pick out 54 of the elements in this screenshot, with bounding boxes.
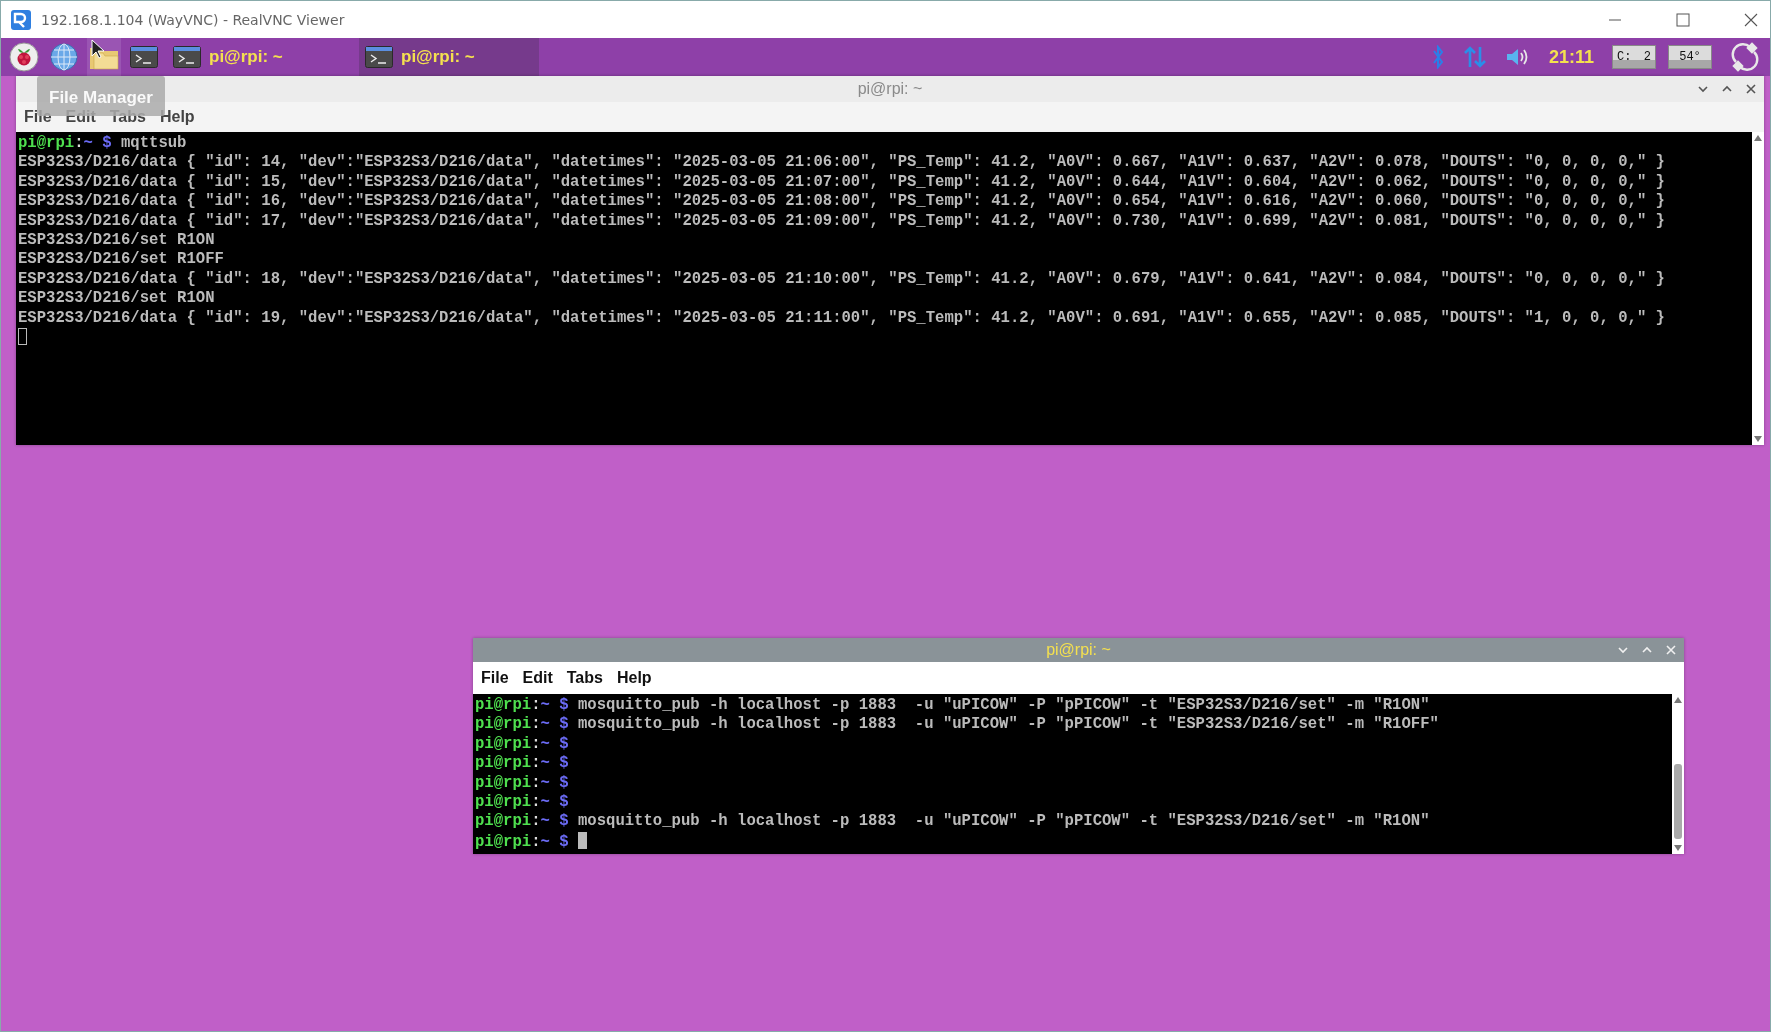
- cpu-value: 2: [1643, 50, 1651, 64]
- menu-item[interactable]: Edit: [65, 108, 96, 126]
- scroll-down-icon[interactable]: [1674, 845, 1682, 851]
- sync-icon[interactable]: [1730, 42, 1760, 72]
- terminal-line: ESP32S3/D216/set R1ON: [18, 230, 215, 251]
- scroll-down-icon[interactable]: [1754, 436, 1762, 442]
- terminal-icon: [173, 46, 201, 68]
- menu-item[interactable]: Tabs: [109, 108, 146, 126]
- minimize-icon[interactable]: [1698, 85, 1708, 93]
- terminal-line: ESP32S3/D216/data { "id": 19, "dev":"ESP32S3/D216/data", "datetimes": "2025-03-05 21:11:00", "PS_Temp": 41.2, "A0V": 0.691, "A1V": 0.655, "A2V": 0.085, "DOUTS": "1, 0, 0, 0," }: [18, 308, 1665, 328]
- terminal-line: ESP32S3/D216/data { "id": 16, "dev":"ESP32S3/D216/data", "datetimes": "2025-03-05 21:08:00", "PS_Temp": 41.2, "A0V": 0.654, "A1V": 0.616, "A2V": 0.060, "DOUTS": "0, 0, 0, 0," }: [18, 192, 1665, 212]
- temperature-monitor[interactable]: 54°: [1668, 45, 1712, 69]
- close-icon[interactable]: [1744, 12, 1758, 27]
- scrollbar[interactable]: [1672, 694, 1684, 854]
- scroll-up-icon[interactable]: [1674, 697, 1682, 703]
- raspberry-icon: [9, 42, 39, 72]
- menu-item[interactable]: Edit: [522, 669, 553, 687]
- terminal-line: ESP32S3/D216/data { "id": 15, "dev":"ESP32S3/D216/data", "datetimes": "2025-03-05 21:07:00", "PS_Temp": 41.2, "A0V": 0.644, "A1V": 0.604, "A2V": 0.062, "DOUTS": "0, 0, 0, 0," }: [18, 172, 1665, 193]
- clock[interactable]: 21:11: [1548, 46, 1594, 68]
- app-icon: [11, 9, 31, 30]
- terminal-line: ESP32S3/D216/data { "id": 18, "dev":"ESP32S3/D216/data", "datetimes": "2025-03-05 21:10:00", "PS_Temp": 41.2, "A0V": 0.679, "A1V": 0.641, "A2V": 0.084, "DOUTS": "0, 0, 0, 0," }: [18, 269, 1665, 290]
- taskbar-button[interactable]: pi@rpi: ~: [167, 38, 347, 76]
- terminal-line: ESP32S3/D216/set R1ON: [18, 289, 215, 309]
- window-title: 192.168.1.104 (WayVNC) - RealVNC Viewer: [41, 11, 345, 28]
- scroll-up-icon[interactable]: [1754, 135, 1762, 141]
- terminal-icon: [130, 46, 158, 68]
- close-icon[interactable]: [1746, 84, 1756, 94]
- maximize-icon[interactable]: [1722, 85, 1732, 93]
- menu-item[interactable]: Help: [159, 108, 195, 126]
- terminal-line: pi@rpi:~ $: [475, 754, 569, 774]
- menu-item[interactable]: File: [481, 669, 509, 687]
- cpu-monitor[interactable]: C: 2: [1612, 45, 1656, 69]
- terminal-icon: [365, 46, 393, 68]
- scrollbar[interactable]: [1752, 132, 1764, 445]
- cpu-label: C:: [1617, 50, 1632, 64]
- window-title: pi@rpi: ~: [1045, 641, 1112, 659]
- terminal-line: ESP32S3/D216/data { "id": 17, "dev":"ESP32S3/D216/data", "datetimes": "2025-03-05 21:09:00", "PS_Temp": 41.2, "A0V": 0.730, "A1V": 0.699, "A2V": 0.081, "DOUTS": "0, 0, 0, 0," }: [18, 211, 1665, 231]
- terminal-line: pi@rpi:~ $ mqttsub: [18, 134, 187, 154]
- taskbar-button[interactable]: pi@rpi: ~: [359, 38, 539, 76]
- terminal-line: ESP32S3/D216/data { "id": 14, "dev":"ESP32S3/D216/data", "datetimes": "2025-03-05 21:06:00", "PS_Temp": 41.2, "A0V": 0.667, "A1V": 0.637, "A2V": 0.078, "DOUTS": "0, 0, 0, 0," }: [18, 153, 1665, 173]
- terminal-line: ESP32S3/D216/set R1OFF: [18, 250, 224, 270]
- scrollbar-thumb[interactable]: [1674, 764, 1682, 839]
- menu-item[interactable]: Tabs: [566, 669, 603, 687]
- terminal-line: pi@rpi:~ $: [475, 734, 569, 755]
- menu-item[interactable]: File: [24, 108, 52, 126]
- terminal-line: pi@rpi:~ $: [475, 773, 569, 793]
- terminal-line: pi@rpi:~ $ mosquitto_pub -h localhost -p 1883 -u "uPICOW" -P "pPICOW" -t "ESP32S3/D216/set" -m "R1OFF": [475, 715, 1439, 735]
- terminal-line: pi@rpi:~ $: [475, 792, 569, 813]
- menu-item[interactable]: Help: [616, 669, 652, 687]
- globe-icon: [49, 42, 79, 72]
- terminal-line: pi@rpi:~ $ mosquitto_pub -h localhost -p 1883 -u "uPICOW" -P "pPICOW" -t "ESP32S3/D216/set" -m "R1ON": [475, 696, 1430, 716]
- terminal-line: pi@rpi:~ $: [475, 831, 587, 852]
- terminal-line: pi@rpi:~ $ mosquitto_pub -h localhost -p 1883 -u "uPICOW" -P "pPICOW" -t "ESP32S3/D216/set" -m "R1ON": [475, 812, 1430, 832]
- window-title: pi@rpi: ~: [856, 80, 924, 98]
